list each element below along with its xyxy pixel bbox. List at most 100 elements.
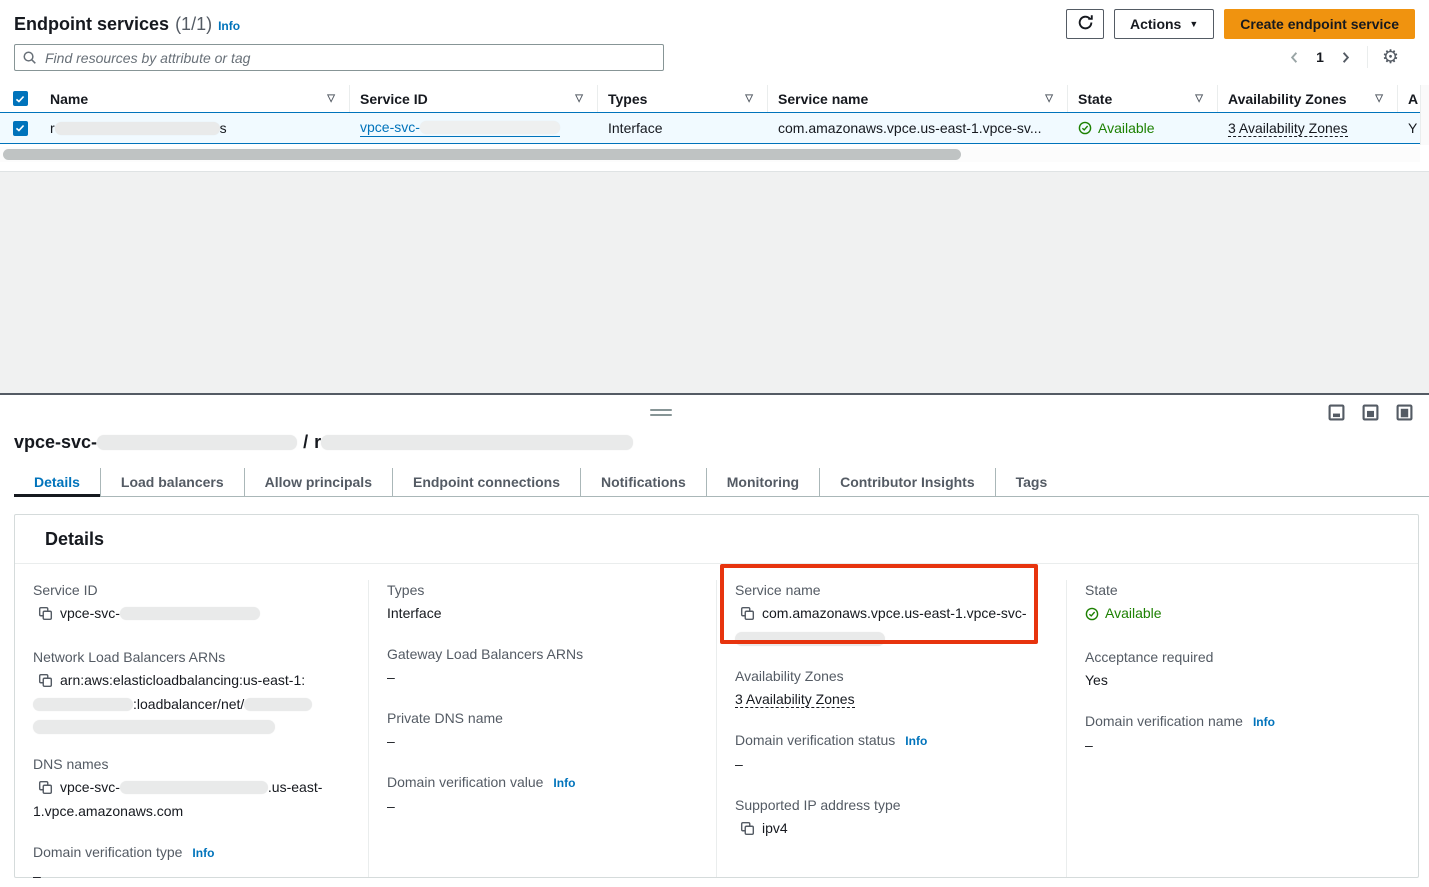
redacted-text xyxy=(120,607,260,620)
redacted-text xyxy=(244,698,312,711)
page-title-text: Endpoint services xyxy=(14,14,169,35)
field-availability-zones: Availability Zones 3 Availability Zones xyxy=(735,666,1046,710)
details-card-header: Details xyxy=(15,515,1418,564)
current-page[interactable]: 1 xyxy=(1316,49,1324,65)
cell-service-name: com.amazonaws.vpce.us-east-1.vpce-sv... xyxy=(768,113,1068,143)
table-row[interactable]: rs vpce-svc- Interface com.amazonaws.vpc… xyxy=(0,112,1420,144)
row-checkbox[interactable] xyxy=(13,121,28,136)
next-page-icon[interactable] xyxy=(1338,50,1353,65)
panel-size-full-icon[interactable] xyxy=(1396,404,1413,421)
details-card-body: Service ID vpce-svc- Network Load Balanc… xyxy=(15,564,1418,877)
cell-state: Available xyxy=(1068,113,1218,143)
copy-icon[interactable] xyxy=(38,780,53,801)
redacted-text xyxy=(55,122,220,135)
redacted-text xyxy=(321,435,633,450)
redacted-text xyxy=(735,632,885,646)
filter-icon[interactable]: ▽ xyxy=(1195,93,1207,104)
copy-icon[interactable] xyxy=(740,606,755,627)
cell-availability-zones: 3 Availability Zones xyxy=(1218,113,1398,143)
actions-button-label: Actions xyxy=(1130,16,1181,32)
tab-notifications[interactable]: Notifications xyxy=(580,468,706,496)
info-link[interactable]: Info xyxy=(218,19,240,33)
page-title: Endpoint services (1/1) Info xyxy=(14,14,240,35)
status-badge: Available xyxy=(1085,603,1162,624)
filter-icon[interactable]: ▽ xyxy=(745,93,757,104)
redacted-text xyxy=(33,698,133,711)
page-header: Endpoint services (1/1) Info Actions ▼ C… xyxy=(14,8,1415,40)
split-panel-drag-handle[interactable] xyxy=(650,409,672,416)
details-column-1: Service ID vpce-svc- Network Load Balanc… xyxy=(15,580,368,877)
status-badge: Available xyxy=(1078,120,1155,136)
redacted-text xyxy=(33,720,275,734)
panel-size-medium-icon[interactable] xyxy=(1362,404,1379,421)
column-header-availability-zones[interactable]: Availability Zones▽ xyxy=(1218,85,1398,112)
availability-zones-link[interactable]: 3 Availability Zones xyxy=(1228,120,1348,137)
info-link[interactable]: Info xyxy=(905,731,927,751)
info-link[interactable]: Info xyxy=(192,843,214,863)
tab-contributor-insights[interactable]: Contributor Insights xyxy=(819,468,995,496)
search-input[interactable] xyxy=(14,44,664,71)
column-header-service-name[interactable]: Service name▽ xyxy=(768,85,1068,112)
copy-icon[interactable] xyxy=(38,606,53,627)
create-endpoint-service-button[interactable]: Create endpoint service xyxy=(1224,9,1415,39)
select-all-checkbox[interactable] xyxy=(13,91,28,106)
search-box xyxy=(14,44,664,71)
table-toolbar: 1 ⚙ xyxy=(14,44,1415,72)
tab-details[interactable]: Details xyxy=(14,468,100,496)
copy-icon[interactable] xyxy=(38,673,53,694)
previous-page-icon[interactable] xyxy=(1287,50,1302,65)
resource-table-section: Endpoint services (1/1) Info Actions ▼ C… xyxy=(0,0,1429,172)
cell-types: Interface xyxy=(598,113,768,143)
refresh-button[interactable] xyxy=(1066,9,1104,39)
tab-bar: Details Load balancers Allow principals … xyxy=(14,468,1429,497)
filter-icon[interactable]: ▽ xyxy=(327,93,339,104)
column-header-name[interactable]: Name▽ xyxy=(40,85,350,112)
copy-icon[interactable] xyxy=(740,821,755,842)
split-panel-title: vpce-svc-/r xyxy=(14,432,633,453)
actions-button[interactable]: Actions ▼ xyxy=(1114,9,1214,39)
filter-icon[interactable]: ▽ xyxy=(1375,93,1387,104)
column-header-state[interactable]: State▽ xyxy=(1068,85,1218,112)
field-types: Types Interface xyxy=(387,580,696,624)
filter-icon[interactable]: ▽ xyxy=(575,93,587,104)
field-nlb-arns: Network Load Balancers ARNs arn:aws:elas… xyxy=(33,647,348,734)
scrollbar-thumb[interactable] xyxy=(3,149,961,160)
availability-zones-link[interactable]: 3 Availability Zones xyxy=(735,691,855,708)
field-dns-names: DNS names vpce-svc-.us-east-1.vpce.amazo… xyxy=(33,754,348,822)
field-domain-verification-value: Domain verification valueInfo – xyxy=(387,772,696,817)
info-link[interactable]: Info xyxy=(1253,712,1275,732)
tab-endpoint-connections[interactable]: Endpoint connections xyxy=(392,468,580,496)
tab-tags[interactable]: Tags xyxy=(995,468,1068,496)
details-column-3: Service name com.amazonaws.vpce.us-east-… xyxy=(716,580,1066,877)
check-circle-icon xyxy=(1085,607,1099,621)
details-column-4: State Available Acceptance required Yes xyxy=(1066,580,1418,877)
tab-load-balancers[interactable]: Load balancers xyxy=(100,468,244,496)
field-domain-verification-type: Domain verification typeInfo – xyxy=(33,842,348,887)
tab-allow-principals[interactable]: Allow principals xyxy=(244,468,392,496)
column-header-acceptance[interactable]: A xyxy=(1398,85,1420,112)
info-link[interactable]: Info xyxy=(553,773,575,793)
redacted-text xyxy=(420,121,560,134)
details-heading: Details xyxy=(45,529,104,550)
search-icon xyxy=(22,50,37,68)
panel-size-controls xyxy=(1328,404,1413,421)
select-all-cell xyxy=(0,85,40,112)
empty-background xyxy=(0,172,1429,393)
panel-size-small-icon[interactable] xyxy=(1328,404,1345,421)
table-header: Name▽ Service ID▽ Types▽ Service name▽ S… xyxy=(0,85,1420,112)
column-header-service-id[interactable]: Service ID▽ xyxy=(350,85,598,112)
tab-monitoring[interactable]: Monitoring xyxy=(706,468,819,496)
field-domain-verification-name: Domain verification nameInfo – xyxy=(1085,711,1398,756)
create-button-label: Create endpoint service xyxy=(1240,16,1399,32)
settings-gear-icon[interactable]: ⚙ xyxy=(1382,48,1399,67)
header-actions: Actions ▼ Create endpoint service xyxy=(1066,9,1415,39)
field-state: State Available xyxy=(1085,580,1398,627)
service-id-link[interactable]: vpce-svc- xyxy=(360,119,560,137)
filter-icon[interactable]: ▽ xyxy=(1045,93,1057,104)
horizontal-scrollbar[interactable] xyxy=(0,147,1420,162)
field-supported-ip: Supported IP address type ipv4 xyxy=(735,795,1046,842)
resource-count: (1/1) xyxy=(175,14,212,35)
pagination: 1 ⚙ xyxy=(1287,46,1399,68)
cell-service-id: vpce-svc- xyxy=(350,113,598,143)
column-header-types[interactable]: Types▽ xyxy=(598,85,768,112)
